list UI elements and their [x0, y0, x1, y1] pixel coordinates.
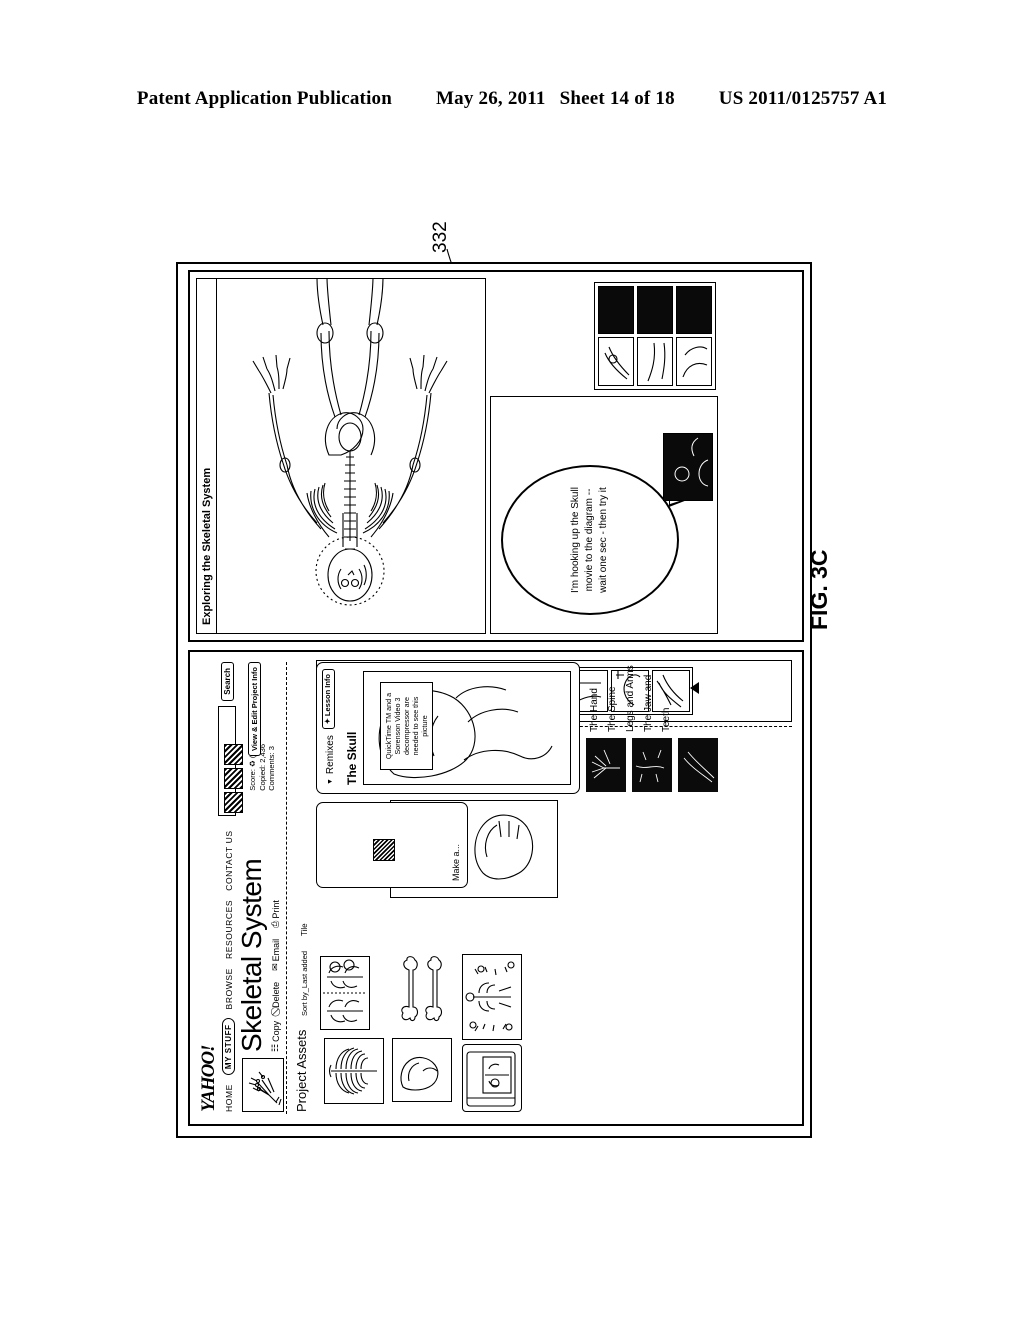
chat-panel: I'm hooking up the Skull movie to the di…: [490, 396, 718, 634]
spine-xray-thumb-art: [635, 749, 665, 783]
full-skeleton-art: [252, 279, 448, 606]
make-a-icon: [373, 839, 395, 861]
outer-frame: YAHOO! HOME MY STUFF BROWSE RESOURCES CO…: [176, 262, 812, 1138]
spine-pair-art: [323, 959, 367, 1023]
project-thumbnail[interactable]: [242, 1058, 284, 1112]
delete-button[interactable]: ⃠ Delete: [270, 982, 281, 1010]
grid-thumb-2[interactable]: [598, 286, 634, 335]
page-title: Skeletal System: [236, 858, 267, 1052]
view-edit-project-info-button[interactable]: View & Edit Project Info: [248, 662, 261, 757]
board-panel: Exploring the Skeletal System I'm hookin…: [188, 270, 804, 642]
remix-item-title: The Skull: [345, 731, 359, 785]
figure-stage: YAHOO! HOME MY STUFF BROWSE RESOURCES CO…: [176, 258, 816, 1138]
grid-art-3: [682, 346, 708, 378]
webcam-thumbnail[interactable]: [663, 433, 713, 501]
topic-item-the-spine[interactable]: The Spine: [604, 660, 622, 732]
make-a-panel[interactable]: Make a...: [316, 802, 468, 888]
folder-skeleton-art: [466, 1051, 516, 1107]
remixes-label: Remixes: [325, 735, 336, 775]
email-icon: ✉: [270, 963, 280, 971]
grid-art-1: [604, 346, 630, 380]
remixes-header[interactable]: ▼ Remixes: [325, 735, 336, 785]
lesson-info-label: Lesson Info: [323, 674, 332, 717]
jaw-art: [400, 1056, 439, 1091]
print-icon: ⎙: [270, 920, 280, 928]
grid-thumb-1[interactable]: [598, 337, 634, 386]
topic-list: The Hand The Spine Legs and Arms The Jaw…: [586, 660, 676, 732]
topic-thumb-3[interactable]: [678, 738, 718, 792]
print-button[interactable]: ⎙ Print: [270, 900, 281, 928]
nav-item-my-stuff[interactable]: MY STUFF: [222, 1018, 235, 1076]
preview-icon-2[interactable]: [224, 768, 243, 789]
sort-by-control[interactable]: Sort by_Last added: [300, 951, 309, 1016]
remixes-panel: ▼ Remixes ✦ Lesson Info The Skull QuickT…: [316, 662, 580, 794]
delete-label: Delete: [270, 981, 281, 1008]
chat-bubble: I'm hooking up the Skull movie to the di…: [501, 465, 679, 615]
asset-thumb-jaw[interactable]: [392, 1038, 452, 1102]
remix-item-viewer[interactable]: QuickTime TM and a Sorenson Video 3 deco…: [363, 671, 571, 785]
search-button[interactable]: Search: [220, 662, 234, 701]
hand-xray-thumb-art: [591, 749, 620, 779]
topic-thumb-1[interactable]: [586, 738, 626, 792]
participant-thumbnail-grid: [594, 282, 716, 390]
nav-item-resources[interactable]: RESOURCES: [224, 900, 234, 959]
skeleton-sheet-art: [465, 961, 515, 1032]
disclosure-triangle-icon: ▼: [327, 778, 334, 785]
webcam-person-art: [674, 437, 709, 487]
project-assets-heading: Project Assets: [294, 1029, 309, 1112]
grid-art-2: [647, 342, 666, 382]
preview-icon-3[interactable]: [224, 744, 243, 765]
topic-thumb-2[interactable]: [632, 738, 672, 792]
email-label: Email: [270, 938, 281, 962]
copy-button[interactable]: ☷ Copy: [270, 1021, 281, 1052]
limb-xray-thumb-art: [683, 751, 715, 783]
asset-thumb-ribcage[interactable]: [324, 1038, 384, 1104]
thumb-grid: [598, 286, 712, 386]
project-assets-grid: [316, 902, 732, 1114]
topic-item-the-hand[interactable]: The Hand: [586, 660, 604, 732]
grid-thumb-5[interactable]: [676, 337, 712, 386]
email-button[interactable]: ✉ Email: [270, 939, 281, 971]
project-action-toolbar: ☷ Copy ⃠ Delete ✉ Email ⎙ Print: [270, 900, 281, 1052]
grid-thumb-4[interactable]: [637, 286, 673, 335]
copy-icon: ☷: [270, 1043, 280, 1052]
scroll-up-triangle-icon[interactable]: [690, 682, 699, 694]
toolbar-divider: [286, 662, 287, 1114]
topic-item-the-jaw-and-teeth[interactable]: The Jaw and Teeth: [640, 660, 676, 732]
comments-value: 3: [267, 746, 276, 751]
asset-thumb-long-bones[interactable]: [396, 952, 448, 1028]
yahoo-logo: YAHOO!: [198, 1045, 219, 1112]
browser-window: YAHOO! HOME MY STUFF BROWSE RESOURCES CO…: [188, 650, 804, 1126]
project-preview-icons: [224, 744, 243, 813]
comments-label: Comments:: [267, 752, 276, 791]
board-skeleton-figure[interactable]: [217, 279, 485, 633]
nav-item-browse[interactable]: BROWSE: [224, 968, 234, 1009]
preview-icon-1[interactable]: [224, 792, 243, 813]
topic-item-legs-and-arms[interactable]: Legs and Arms: [622, 660, 640, 732]
hand-bones-art: [248, 1071, 282, 1106]
diamond-icon: ✦: [323, 718, 332, 725]
grid-thumb-6[interactable]: [676, 286, 712, 335]
print-label: Print: [270, 900, 281, 919]
board-title: Exploring the Skeletal System: [197, 279, 217, 633]
make-a-label: Make a...: [451, 843, 461, 881]
score-label: Score:: [248, 769, 257, 791]
asset-thumb-lesson-folder[interactable]: [462, 1044, 522, 1112]
board-canvas: Exploring the Skeletal System: [196, 278, 486, 634]
asset-thumb-spine-pair[interactable]: [320, 956, 370, 1030]
copy-label: Copy: [270, 1020, 281, 1042]
lesson-info-button[interactable]: ✦ Lesson Info: [322, 669, 335, 730]
quicktime-notice: QuickTime TM and a Sorenson Video 3 deco…: [380, 682, 433, 770]
long-bones-art: [401, 956, 442, 1022]
nav-item-contact-us[interactable]: CONTACT US: [224, 830, 234, 890]
nav-item-home[interactable]: HOME: [224, 1084, 234, 1112]
topic-thumbnail-strip: [586, 738, 718, 792]
grid-thumb-3[interactable]: [637, 337, 673, 386]
tile-view-toggle[interactable]: Tile: [300, 923, 309, 936]
copied-label: Copied:: [257, 764, 267, 791]
ribcage-art: [328, 1047, 377, 1095]
asset-thumb-skeleton-sheet[interactable]: [462, 954, 522, 1040]
